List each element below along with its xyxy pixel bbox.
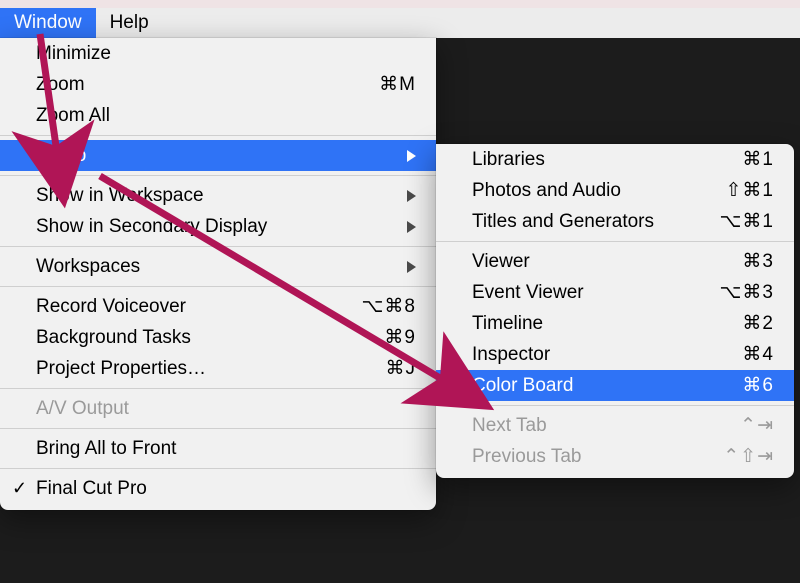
submenu-item-previous-tab: Previous Tab ⌃⇧⇥	[436, 441, 794, 472]
menu-item-label: Color Board	[472, 375, 573, 397]
menu-shortcut: ⌃⇧⇥	[723, 445, 774, 468]
menu-shortcut: ⌥⌘3	[720, 281, 774, 304]
go-to-submenu: Libraries ⌘1 Photos and Audio ⇧⌘1 Titles…	[436, 144, 794, 478]
menu-item-label: Show in Secondary Display	[36, 216, 267, 238]
menu-separator	[0, 135, 436, 136]
menu-item-final-cut-pro[interactable]: ✓ Final Cut Pro	[0, 473, 436, 504]
window-menu: Minimize Zoom ⌘M Zoom All Go To Show in …	[0, 38, 436, 510]
menu-shortcut: ⌘3	[742, 250, 774, 273]
menu-shortcut: ⌘M	[379, 73, 416, 96]
menubar-item-help[interactable]: Help	[96, 8, 163, 38]
menu-shortcut: ⌘9	[384, 326, 416, 349]
submenu-item-viewer[interactable]: Viewer ⌘3	[436, 246, 794, 277]
menu-item-show-secondary[interactable]: Show in Secondary Display	[0, 211, 436, 242]
menu-item-label: Zoom All	[36, 105, 110, 127]
menu-item-label: Record Voiceover	[36, 296, 186, 318]
menu-shortcut: ⌘4	[742, 343, 774, 366]
menu-item-project-properties[interactable]: Project Properties… ⌘J	[0, 353, 436, 384]
menu-separator	[0, 388, 436, 389]
menu-shortcut: ⇧⌘1	[726, 179, 775, 202]
menu-item-label: Show in Workspace	[36, 185, 204, 207]
menu-item-label: Project Properties…	[36, 358, 206, 380]
menu-item-label: Bring All to Front	[36, 438, 176, 460]
menu-separator	[0, 468, 436, 469]
menu-item-label: Libraries	[472, 149, 545, 171]
menu-item-workspaces[interactable]: Workspaces	[0, 251, 436, 282]
menu-item-show-workspace[interactable]: Show in Workspace	[0, 180, 436, 211]
menu-shortcut: ⌘1	[742, 148, 774, 171]
menubar-item-window[interactable]: Window	[0, 8, 96, 38]
menu-shortcut: ⌃⇥	[740, 414, 774, 437]
menu-item-zoom[interactable]: Zoom ⌘M	[0, 69, 436, 100]
submenu-item-titles-generators[interactable]: Titles and Generators ⌥⌘1	[436, 206, 794, 237]
submenu-arrow-icon	[407, 261, 416, 273]
menu-item-label: Event Viewer	[472, 282, 584, 304]
title-bar-strip	[0, 0, 800, 8]
checkmark-icon: ✓	[12, 478, 27, 499]
menu-item-label: Zoom	[36, 74, 85, 96]
menu-item-background-tasks[interactable]: Background Tasks ⌘9	[0, 322, 436, 353]
submenu-item-color-board[interactable]: Color Board ⌘6	[436, 370, 794, 401]
menu-item-label: Minimize	[36, 43, 111, 65]
menu-item-label: Go To	[36, 145, 86, 167]
submenu-item-inspector[interactable]: Inspector ⌘4	[436, 339, 794, 370]
submenu-arrow-icon	[407, 150, 416, 162]
menu-separator	[0, 286, 436, 287]
submenu-item-next-tab: Next Tab ⌃⇥	[436, 410, 794, 441]
menu-separator	[0, 246, 436, 247]
menu-shortcut: ⌥⌘8	[362, 295, 416, 318]
menu-separator	[436, 241, 794, 242]
menu-item-label: Next Tab	[472, 415, 547, 437]
submenu-item-libraries[interactable]: Libraries ⌘1	[436, 144, 794, 175]
menu-item-minimize[interactable]: Minimize	[0, 38, 436, 69]
menu-item-label: Inspector	[472, 344, 550, 366]
menu-separator	[0, 428, 436, 429]
menu-separator	[436, 405, 794, 406]
menu-shortcut: ⌥⌘1	[720, 210, 774, 233]
menu-item-bring-all-front[interactable]: Bring All to Front	[0, 433, 436, 464]
menu-item-label: Final Cut Pro	[36, 478, 147, 500]
menu-item-label: Timeline	[472, 313, 543, 335]
menu-shortcut: ⌘6	[742, 374, 774, 397]
submenu-arrow-icon	[407, 221, 416, 233]
menu-item-label: Previous Tab	[472, 446, 582, 468]
menu-shortcut: ⌘2	[742, 312, 774, 335]
submenu-item-timeline[interactable]: Timeline ⌘2	[436, 308, 794, 339]
menu-item-record-voiceover[interactable]: Record Voiceover ⌥⌘8	[0, 291, 436, 322]
menu-item-av-output: A/V Output	[0, 393, 436, 424]
menu-item-label: Background Tasks	[36, 327, 191, 349]
menu-separator	[0, 175, 436, 176]
menu-item-label: A/V Output	[36, 398, 129, 420]
menu-item-label: Titles and Generators	[472, 211, 654, 233]
menubar: Window Help	[0, 8, 800, 38]
menu-shortcut: ⌘J	[386, 357, 417, 380]
menu-item-label: Viewer	[472, 251, 530, 273]
menu-item-go-to[interactable]: Go To	[0, 140, 436, 171]
menu-item-zoom-all[interactable]: Zoom All	[0, 100, 436, 131]
menu-item-label: Workspaces	[36, 256, 140, 278]
submenu-item-event-viewer[interactable]: Event Viewer ⌥⌘3	[436, 277, 794, 308]
submenu-arrow-icon	[407, 190, 416, 202]
submenu-item-photos-audio[interactable]: Photos and Audio ⇧⌘1	[436, 175, 794, 206]
menu-item-label: Photos and Audio	[472, 180, 621, 202]
